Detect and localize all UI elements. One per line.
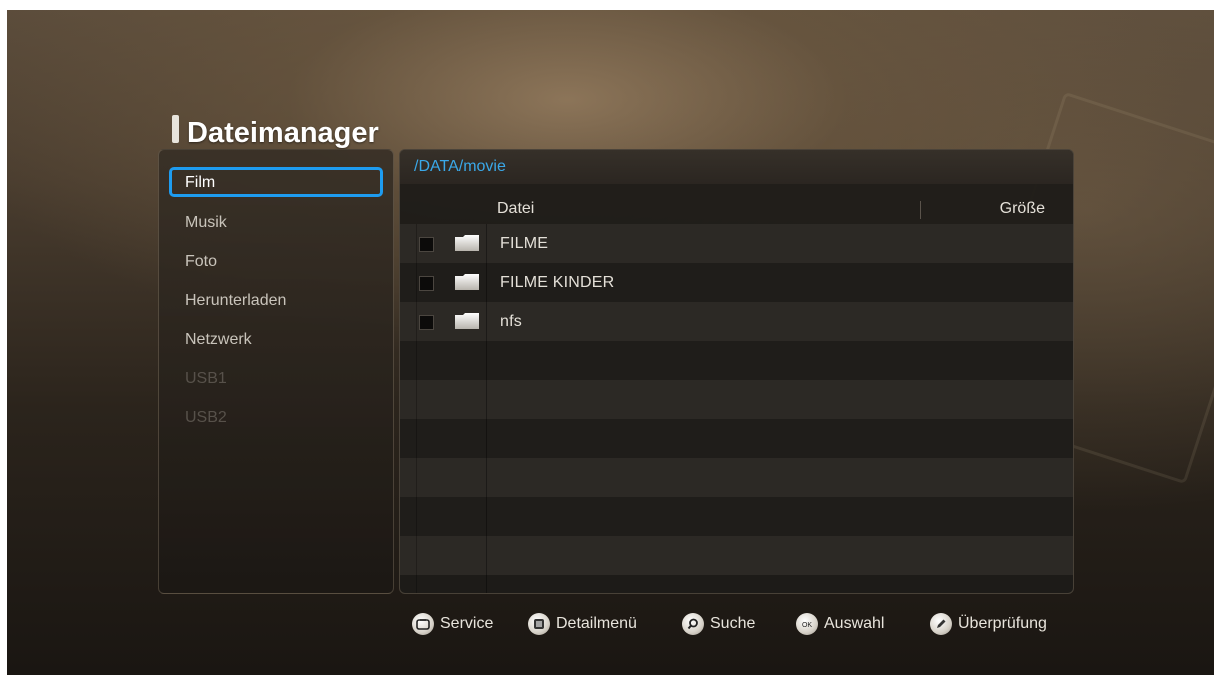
tv-screen: Dateimanager Film Musik Foto Herunterlad… (7, 10, 1214, 675)
empty-row (400, 419, 1073, 458)
sidebar: Film Musik Foto Herunterladen Netzwerk U… (158, 149, 394, 594)
svg-text:OK: OK (802, 622, 812, 629)
empty-row (400, 497, 1073, 536)
column-divider (920, 201, 921, 219)
file-name: FILME (500, 235, 549, 252)
file-row[interactable]: FILME (400, 224, 1073, 263)
review-button-label: Überprüfung (958, 615, 1047, 632)
column-header-size[interactable]: Größe (1000, 194, 1045, 224)
sidebar-item-film[interactable]: Film (169, 167, 383, 197)
sidebar-item-musik[interactable]: Musik (169, 208, 383, 238)
search-button[interactable]: Suche (682, 610, 755, 638)
folder-icon (455, 313, 479, 329)
file-row[interactable]: nfs (400, 302, 1073, 341)
review-button[interactable]: Überprüfung (930, 610, 1047, 638)
file-row[interactable]: FILME KINDER (400, 263, 1073, 302)
current-path: /DATA/movie (400, 150, 1073, 184)
select-button[interactable]: OK Auswahl (796, 610, 884, 638)
search-button-label: Suche (710, 615, 756, 632)
sidebar-item-herunterladen[interactable]: Herunterladen (169, 286, 383, 316)
footer-button-bar: Service Detailmenü Suche OK Auswahl Über… (7, 610, 1214, 640)
service-button[interactable]: Service (412, 610, 493, 638)
empty-row (400, 341, 1073, 380)
pencil-button-icon (930, 613, 952, 635)
ok-button-icon: OK (796, 613, 818, 635)
select-button-label: Auswahl (824, 615, 885, 632)
search-button-icon (682, 613, 704, 635)
empty-row (400, 380, 1073, 419)
service-button-label: Service (440, 615, 494, 632)
column-header-name[interactable]: Datei (497, 194, 534, 224)
detailmenu-button-label: Detailmenü (556, 615, 637, 632)
row-checkbox[interactable] (419, 315, 434, 330)
sidebar-item-usb1: USB1 (185, 370, 227, 387)
column-separator (416, 224, 417, 593)
row-checkbox[interactable] (419, 237, 434, 252)
column-separator (486, 224, 487, 593)
sidebar-item-netzwerk[interactable]: Netzwerk (169, 325, 383, 355)
title-marker (172, 115, 179, 143)
empty-row (400, 536, 1073, 575)
column-header: Datei Größe (400, 194, 1073, 224)
file-browser: /DATA/movie Datei Größe FILME FILME KIND… (399, 149, 1074, 594)
sidebar-item-foto[interactable]: Foto (169, 247, 383, 277)
page-title: Dateimanager (187, 117, 379, 149)
row-checkbox[interactable] (419, 276, 434, 291)
sidebar-item-usb2: USB2 (185, 409, 227, 426)
file-name: nfs (500, 313, 522, 330)
folder-icon (455, 274, 479, 290)
service-button-icon (412, 613, 434, 635)
detailmenu-button[interactable]: Detailmenü (528, 610, 637, 638)
file-name: FILME KINDER (500, 274, 615, 291)
empty-row (400, 458, 1073, 497)
folder-icon (455, 235, 479, 251)
menu-button-icon (528, 613, 550, 635)
